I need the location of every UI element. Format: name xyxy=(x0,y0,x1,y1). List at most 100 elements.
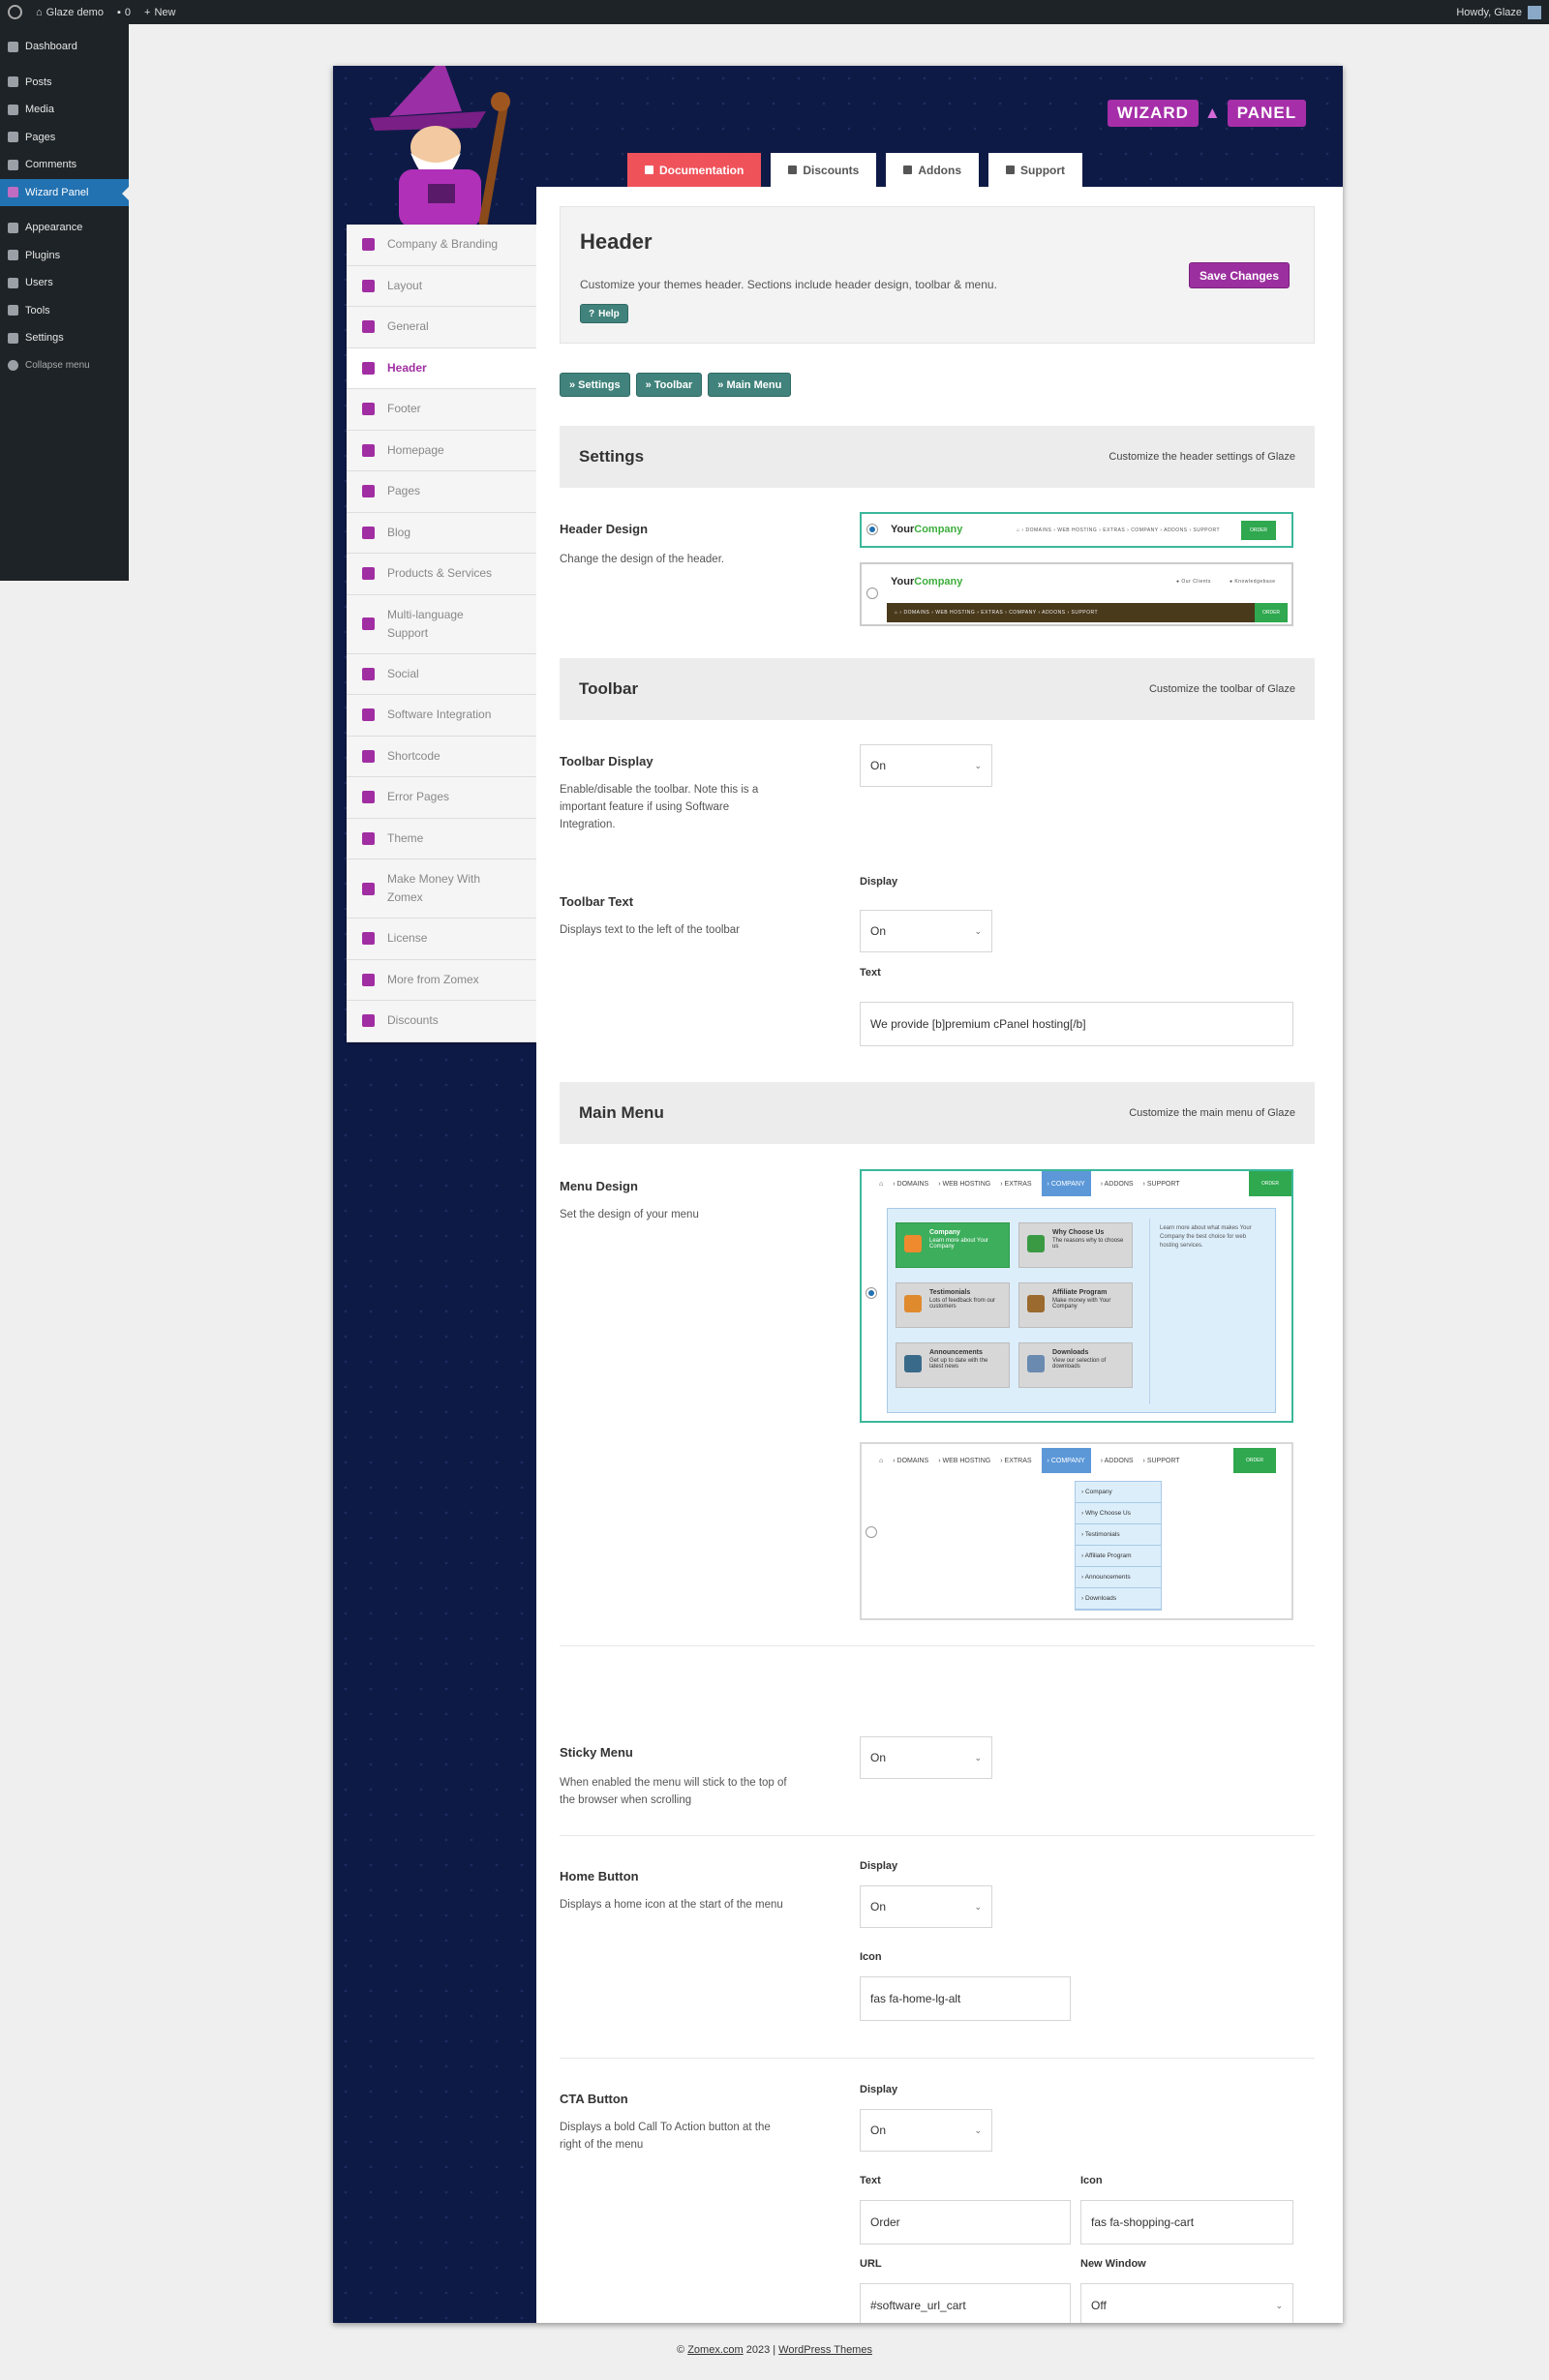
settings-icon xyxy=(8,332,18,344)
menu-design-option-2[interactable]: ⌂ › DOMAINS › WEB HOSTING › EXTRAS › COM… xyxy=(860,1442,1293,1620)
menu-dashboard[interactable]: Dashboard xyxy=(0,33,129,61)
preview-dropdown: › Company › Why Choose Us › Testimonials… xyxy=(1075,1481,1162,1611)
menu-pages[interactable]: Pages xyxy=(0,124,129,152)
sidenav-label: Products & Services xyxy=(387,566,493,581)
sidenav-label: Error Pages xyxy=(387,790,450,804)
brush-icon xyxy=(8,222,18,233)
cta-new-window-select[interactable]: Off ⌄ xyxy=(1080,2283,1293,2323)
sidenav-item-company-branding[interactable]: Company & Branding xyxy=(347,225,536,266)
header-design-option-1[interactable]: YourCompany ⌂ › DOMAINS › WEB HOSTING › … xyxy=(860,512,1293,548)
main-menu-section-header: Main Menu Customize the main menu of Gla… xyxy=(560,1082,1315,1144)
save-changes-button[interactable]: Save Changes xyxy=(1188,262,1290,288)
sidenav-item-software-integration[interactable]: Software Integration xyxy=(347,695,536,737)
sidenav-item-social[interactable]: Social xyxy=(347,654,536,695)
site-name-link[interactable]: ⌂ Glaze demo xyxy=(36,7,104,18)
sidenav-item-pages[interactable]: Pages xyxy=(347,471,536,513)
preview-mega-menu: Company Learn more about Your Company Why… xyxy=(887,1208,1276,1413)
chevron-down-icon: ⌄ xyxy=(974,2124,982,2135)
toolbar-text-display-select[interactable]: On ⌄ xyxy=(860,910,992,952)
field-sublabel: Display xyxy=(860,876,898,888)
wizard-icon xyxy=(8,187,18,198)
comments-link[interactable]: ▪ 0 xyxy=(117,7,131,18)
sidenav-item-make-money-with-zomex[interactable]: Make Money With Zomex xyxy=(347,859,536,919)
wordpress-themes-link[interactable]: WordPress Themes xyxy=(778,2344,872,2356)
quicklink-main-menu[interactable]: » Main Menu xyxy=(708,373,792,397)
sidenav-item-error-pages[interactable]: Error Pages xyxy=(347,777,536,819)
menu-posts[interactable]: Posts xyxy=(0,69,129,97)
preview-menu-bar: ⌂ › DOMAINS › WEB HOSTING › EXTRAS › COM… xyxy=(862,1171,1291,1196)
avatar xyxy=(1528,5,1541,19)
sidenav-item-homepage[interactable]: Homepage xyxy=(347,431,536,471)
card-text: Learn more about Your Company xyxy=(929,1238,989,1250)
sidenav-item-header[interactable]: Header xyxy=(347,347,536,389)
radio-button[interactable] xyxy=(866,1287,877,1299)
sidenav-item-products-services[interactable]: Products & Services xyxy=(347,554,536,595)
home-button-display-select[interactable]: On ⌄ xyxy=(860,1885,992,1928)
cta-url-input[interactable]: #software_url_cart xyxy=(860,2283,1071,2323)
new-content-link[interactable]: + New xyxy=(144,7,175,18)
card-text: Lots of feedback from our customers xyxy=(929,1298,996,1310)
preview-menu-item: › WEB HOSTING xyxy=(938,1180,991,1188)
cta-display-select[interactable]: On ⌄ xyxy=(860,2109,992,2152)
account-menu[interactable]: Howdy, Glaze xyxy=(1456,5,1541,19)
menu-design-option-1[interactable]: ⌂ › DOMAINS › WEB HOSTING › EXTRAS › COM… xyxy=(860,1169,1293,1423)
sidenav-item-discounts[interactable]: Discounts xyxy=(347,1001,536,1042)
radio-button[interactable] xyxy=(866,587,878,599)
sidenav-item-layout[interactable]: Layout xyxy=(347,266,536,307)
tab-documentation[interactable]: Documentation xyxy=(627,153,762,187)
toolbar-text-input[interactable]: We provide [b]premium cPanel hosting[/b] xyxy=(860,1002,1293,1046)
sidenav-item-license[interactable]: License xyxy=(347,919,536,960)
sidenav-item-multi-language-support[interactable]: Multi-language Support xyxy=(347,595,536,654)
menu-plugins[interactable]: Plugins xyxy=(0,242,129,270)
menu-media[interactable]: Media xyxy=(0,96,129,124)
sticky-menu-select[interactable]: On ⌄ xyxy=(860,1736,992,1779)
header-design-option-2[interactable]: YourCompany ● Our Clients ● Knowledgebas… xyxy=(860,562,1293,626)
menu-label: Comments xyxy=(25,159,77,171)
quicklink-toolbar[interactable]: » Toolbar xyxy=(635,373,703,397)
brand-part: Your xyxy=(891,576,915,587)
sidenav-label: Software Integration xyxy=(387,708,492,722)
menu-appearance[interactable]: Appearance xyxy=(0,214,129,242)
cta-icon-input[interactable]: fas fa-shopping-cart xyxy=(1080,2200,1293,2244)
menu-label: Tools xyxy=(25,304,50,316)
zomex-link[interactable]: Zomex.com xyxy=(687,2344,743,2356)
menu-tools[interactable]: Tools xyxy=(0,297,129,325)
wp-logo-menu[interactable] xyxy=(8,5,22,19)
preview-card: Affiliate Program Make money with Your Co… xyxy=(1018,1282,1133,1328)
menu-wizard-panel[interactable]: Wizard Panel xyxy=(0,178,129,206)
field-description: Displays text to the left of the toolbar xyxy=(560,924,741,936)
help-button[interactable]: ? Help xyxy=(580,304,628,323)
menu-settings[interactable]: Settings xyxy=(0,324,129,352)
logo-text-left: WIZARD xyxy=(1107,100,1199,127)
menu-label: Settings xyxy=(25,332,64,345)
sidenav-item-more-from-zomex[interactable]: More from Zomex xyxy=(347,960,536,1001)
media-icon xyxy=(8,104,18,115)
home-icon-input[interactable]: fas fa-home-lg-alt xyxy=(860,1976,1071,2021)
sidenav-label: Header xyxy=(387,360,427,375)
comment-icon: ▪ xyxy=(116,6,121,18)
radio-button[interactable] xyxy=(866,1526,877,1538)
sidenav-label: General xyxy=(387,319,429,334)
toolbar-display-select[interactable]: On ⌄ xyxy=(860,744,992,787)
menu-users[interactable]: Users xyxy=(0,269,129,297)
cta-text-input[interactable]: Order xyxy=(860,2200,1071,2244)
collapse-menu-button[interactable]: Collapse menu xyxy=(0,352,129,380)
sidenav-label: Blog xyxy=(387,525,411,539)
tab-discounts[interactable]: Discounts xyxy=(771,153,877,187)
help-label: Help xyxy=(598,308,620,319)
tab-support[interactable]: Support xyxy=(988,153,1083,187)
tab-addons[interactable]: Addons xyxy=(886,153,980,187)
radio-button[interactable] xyxy=(866,524,878,535)
divider xyxy=(560,2058,1315,2059)
sidenav-item-shortcode[interactable]: Shortcode xyxy=(347,737,536,777)
field-description: When enabled the menu will stick to the … xyxy=(560,1777,787,1806)
sidenav-item-footer[interactable]: Footer xyxy=(347,389,536,431)
menu-comments[interactable]: Comments xyxy=(0,151,129,179)
quicklink-settings[interactable]: » Settings xyxy=(560,373,630,397)
sidenav-item-theme[interactable]: Theme xyxy=(347,819,536,859)
field-description: Displays a bold Call To Action button at… xyxy=(560,2122,771,2151)
building-icon xyxy=(362,238,375,252)
sidenav-item-general[interactable]: General xyxy=(347,307,536,348)
sidenav-item-blog[interactable]: Blog xyxy=(347,513,536,554)
preview-menu-item: › DOMAINS xyxy=(893,1457,929,1464)
